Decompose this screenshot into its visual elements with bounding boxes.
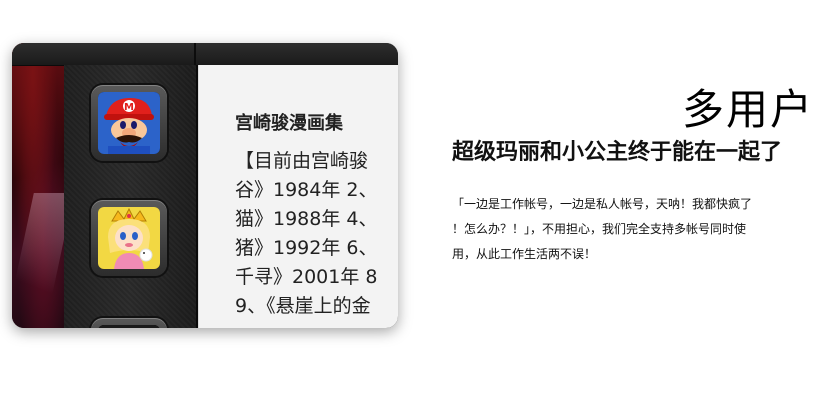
mario-avatar-icon: M <box>98 92 160 154</box>
content-line: 猫》1988年 4、 <box>235 208 378 230</box>
account-avatar-peach[interactable] <box>91 200 167 276</box>
description-line: 「一边是工作帐号，一边是私人帐号，天呐！我都快疯了 <box>452 197 753 211</box>
description-line: ！怎么办？！」，不用担心，我们完全支持多帐号同时使 <box>452 222 747 236</box>
princess-peach-avatar-icon <box>98 207 160 269</box>
message-content-pane: 宫崎骏漫画集 【目前由宫崎骏 谷》1984年 2、 猫》1988年 4、 猪》1… <box>198 65 398 328</box>
account-avatar-third[interactable] <box>91 318 167 328</box>
content-title: 宫崎骏漫画集 <box>235 113 343 134</box>
content-line: 千寻》2001年 8 <box>235 266 378 288</box>
description-line: 用，从此工作生活两不误！ <box>452 247 597 261</box>
feature-description: 「一边是工作帐号，一边是私人帐号，天呐！我都快疯了 ！怎么办？！」，不用担心，我… <box>452 192 808 267</box>
content-line: 【目前由宫崎骏 <box>235 150 369 172</box>
svg-text:M: M <box>124 102 134 113</box>
account-sidebar: M <box>64 65 198 328</box>
feature-headline: 多用户 <box>681 85 814 134</box>
app-screenshot: M 宫崎骏漫画集 【目前由宫崎骏 谷》1984年 2、 猫》1988年 4、 猪… <box>12 43 398 328</box>
content-body: 【目前由宫崎骏 谷》1984年 2、 猫》1988年 4、 猪》1992年 6、… <box>235 147 398 321</box>
content-line: 9、《悬崖上的金 <box>235 295 371 317</box>
content-line: 猪》1992年 6、 <box>235 237 378 259</box>
account-avatar-mario[interactable]: M <box>91 85 167 161</box>
third-account-avatar-icon <box>98 325 160 328</box>
content-line: 谷》1984年 2、 <box>235 179 378 201</box>
top-bar <box>12 43 398 66</box>
feature-subhead: 超级玛丽和小公主终于能在一起了 <box>452 140 783 165</box>
wallpaper-edge <box>12 43 64 328</box>
